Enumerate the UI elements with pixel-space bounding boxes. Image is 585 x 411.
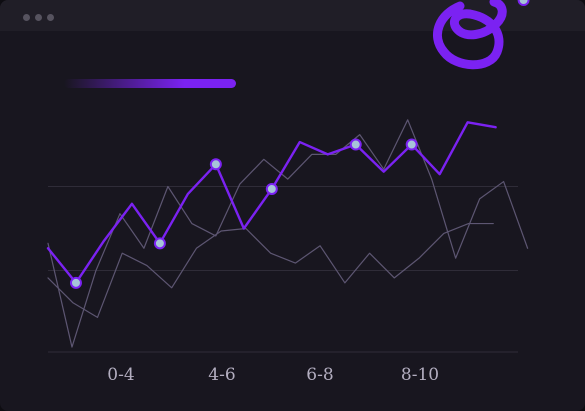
line-chart: 0-4 4-6 6-8 8-10 (46, 0, 530, 385)
x-tick-label: 0-4 (107, 365, 134, 385)
data-point-4[interactable] (265, 182, 278, 195)
x-axis-ticks: 0-4 4-6 6-8 8-10 (107, 365, 439, 385)
series-line-1 (46, 121, 497, 285)
series-layer (46, 0, 530, 348)
data-point-5[interactable] (349, 138, 362, 151)
data-point-2[interactable] (153, 237, 166, 250)
x-tick-label: 6-8 (306, 365, 333, 385)
x-tick-label: 4-6 (208, 365, 235, 385)
data-point-6[interactable] (405, 138, 418, 151)
data-point-7[interactable] (517, 0, 530, 6)
scribble-icon (433, 0, 507, 70)
chart-grid (48, 186, 518, 353)
data-point-3[interactable] (209, 158, 222, 171)
data-point-1[interactable] (69, 276, 82, 289)
x-tick-label: 8-10 (401, 365, 439, 385)
series-line-3 (47, 119, 529, 348)
